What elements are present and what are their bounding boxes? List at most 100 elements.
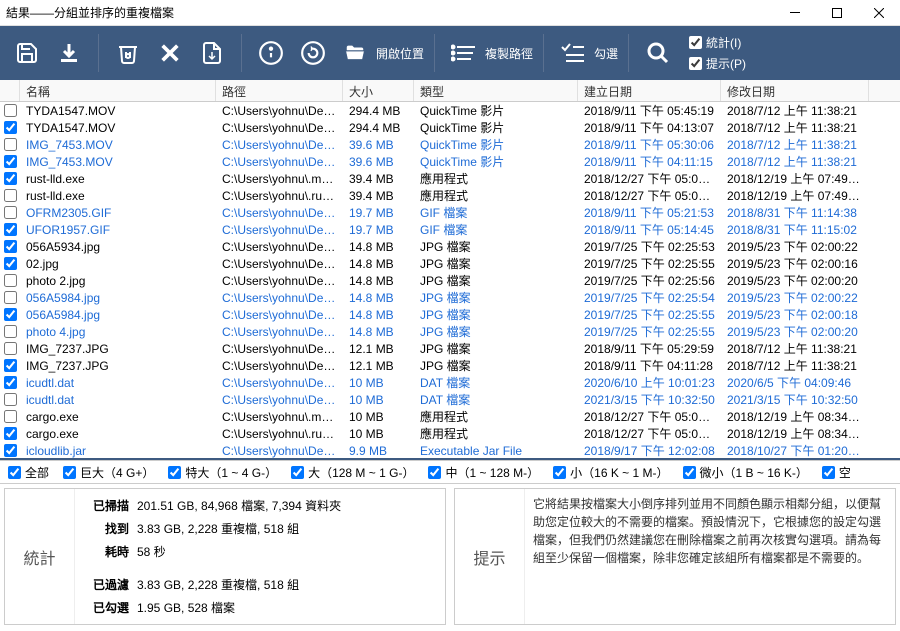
copy-path-button[interactable] xyxy=(445,36,483,70)
col-size[interactable]: 大小 xyxy=(343,80,414,101)
checked-label: 已勾選 xyxy=(87,599,129,616)
select-button[interactable] xyxy=(554,36,592,70)
cell-name: IMG_7237.JPG xyxy=(20,342,216,356)
table-row[interactable]: rust-lld.exeC:\Users\yohnu\.multir...39.… xyxy=(0,170,900,187)
table-row[interactable]: 02.jpgC:\Users\yohnu\Deskto...14.8 MBJPG… xyxy=(0,255,900,272)
elapsed-label: 耗時 xyxy=(87,543,129,560)
cell-modified: 2021/3/15 下午 10:32:50 xyxy=(721,391,869,408)
minimize-button[interactable] xyxy=(774,0,816,26)
col-type[interactable]: 類型 xyxy=(414,80,578,101)
filter-s[interactable]: 小（16 K ~ 1 M-） xyxy=(553,464,668,481)
table-row[interactable]: IMG_7453.MOVC:\Users\yohnu\Deskto...39.6… xyxy=(0,153,900,170)
table-row[interactable]: OFRM2305.GIFC:\Users\yohnu\Deskto...19.7… xyxy=(0,204,900,221)
table-row[interactable]: photo 2.jpgC:\Users\yohnu\Deskto...14.8 … xyxy=(0,272,900,289)
row-checkbox[interactable] xyxy=(0,121,20,134)
filter-xs[interactable]: 微小（1 B ~ 16 K-） xyxy=(683,464,808,481)
cell-size: 39.4 MB xyxy=(343,172,414,186)
row-checkbox[interactable] xyxy=(0,240,20,253)
cell-name: 02.jpg xyxy=(20,257,216,271)
col-name[interactable]: 名稱 xyxy=(20,80,216,101)
filter-xl[interactable]: 特大（1 ~ 4 G-） xyxy=(168,464,277,481)
filter-all[interactable]: 全部 xyxy=(8,464,49,481)
table-row[interactable]: photo 4.jpgC:\Users\yohnu\Deskto...14.8 … xyxy=(0,323,900,340)
cell-path: C:\Users\yohnu\Deskto... xyxy=(216,444,343,458)
search-button[interactable] xyxy=(639,36,677,70)
found-label: 找到 xyxy=(87,520,129,537)
window-controls xyxy=(774,0,900,26)
table-row[interactable]: IMG_7237.JPGC:\Users\yohnu\Deskto...12.1… xyxy=(0,357,900,374)
cell-size: 14.8 MB xyxy=(343,291,414,305)
cell-modified: 2018/7/12 上午 11:38:21 xyxy=(721,119,869,136)
row-checkbox[interactable] xyxy=(0,427,20,440)
row-checkbox[interactable] xyxy=(0,138,20,151)
search-icon xyxy=(645,40,671,66)
filter-m[interactable]: 中（1 ~ 128 M-） xyxy=(428,464,539,481)
row-checkbox[interactable] xyxy=(0,291,20,304)
close-button[interactable] xyxy=(858,0,900,26)
cell-modified: 2019/5/23 下午 02:00:22 xyxy=(721,238,869,255)
export-button[interactable] xyxy=(50,36,88,70)
toggle-stats[interactable]: 統計(I) xyxy=(689,34,746,51)
row-checkbox[interactable] xyxy=(0,308,20,321)
cell-path: C:\Users\yohnu\Deskto... xyxy=(216,155,343,169)
cell-type: 應用程式 xyxy=(414,408,578,425)
info-button[interactable] xyxy=(252,36,290,70)
table-header: 名稱 路徑 大小 類型 建立日期 修改日期 xyxy=(0,80,900,102)
table-row[interactable]: IMG_7237.JPGC:\Users\yohnu\Deskto...12.1… xyxy=(0,340,900,357)
table-row[interactable]: 056A5984.jpgC:\Users\yohnu\Deskto...14.8… xyxy=(0,306,900,323)
hint-title: 提示 xyxy=(455,489,525,624)
table-row[interactable]: 056A5934.jpgC:\Users\yohnu\Deskto...14.8… xyxy=(0,238,900,255)
row-checkbox[interactable] xyxy=(0,189,20,202)
cell-size: 19.7 MB xyxy=(343,223,414,237)
cell-created: 2018/12/27 下午 05:05:22 xyxy=(578,425,721,442)
filter-l[interactable]: 大（128 M ~ 1 G-） xyxy=(291,464,414,481)
row-checkbox[interactable] xyxy=(0,274,20,287)
row-checkbox[interactable] xyxy=(0,376,20,389)
col-path[interactable]: 路徑 xyxy=(216,80,343,101)
filter-empty[interactable]: 空 xyxy=(822,464,851,481)
table-row[interactable]: cargo.exeC:\Users\yohnu\.multir...10 MB應… xyxy=(0,408,900,425)
cell-path: C:\Users\yohnu\Deskto... xyxy=(216,342,343,356)
cell-name: OFRM2305.GIF xyxy=(20,206,216,220)
row-checkbox[interactable] xyxy=(0,393,20,406)
table-row[interactable]: TYDA1547.MOVC:\Users\yohnu\Deskto...294.… xyxy=(0,102,900,119)
table-row[interactable]: icloudlib.jarC:\Users\yohnu\Deskto...9.9… xyxy=(0,442,900,459)
refresh-button[interactable] xyxy=(294,36,332,70)
table-row[interactable]: TYDA1547.MOVC:\Users\yohnu\Deskto...294.… xyxy=(0,119,900,136)
found-value: 3.83 GB, 2,228 重複檔, 518 組 xyxy=(137,520,433,537)
table-row[interactable]: rust-lld.exeC:\Users\yohnu\.rustu...39.4… xyxy=(0,187,900,204)
row-checkbox[interactable] xyxy=(0,444,20,457)
table-row[interactable]: IMG_7453.MOVC:\Users\yohnu\Deskto...39.6… xyxy=(0,136,900,153)
window-title: 結果——分組並排序的重複檔案 xyxy=(6,4,174,21)
row-checkbox[interactable] xyxy=(0,155,20,168)
row-checkbox[interactable] xyxy=(0,359,20,372)
table-row[interactable]: cargo.exeC:\Users\yohnu\.rustu...10 MB應用… xyxy=(0,425,900,442)
table-row[interactable]: icudtl.datC:\Users\yohnu\Deskto...10 MBD… xyxy=(0,391,900,408)
row-checkbox[interactable] xyxy=(0,410,20,423)
table-row[interactable]: UFOR1957.GIFC:\Users\yohnu\Deskto...19.7… xyxy=(0,221,900,238)
save-button[interactable] xyxy=(8,36,46,70)
row-checkbox[interactable] xyxy=(0,325,20,338)
col-modified[interactable]: 修改日期 xyxy=(721,80,869,101)
row-checkbox[interactable] xyxy=(0,104,20,117)
recycle-button[interactable] xyxy=(109,36,147,70)
maximize-button[interactable] xyxy=(816,0,858,26)
cell-size: 14.8 MB xyxy=(343,325,414,339)
delete-button[interactable] xyxy=(151,36,189,70)
toggle-hint[interactable]: 提示(P) xyxy=(689,55,746,72)
row-checkbox[interactable] xyxy=(0,172,20,185)
copy-path-label: 複製路徑 xyxy=(485,45,533,62)
filter-huge[interactable]: 巨大（4 G+） xyxy=(63,464,154,481)
move-button[interactable] xyxy=(193,36,231,70)
table-body[interactable]: TYDA1547.MOVC:\Users\yohnu\Deskto...294.… xyxy=(0,102,900,460)
table-row[interactable]: icudtl.datC:\Users\yohnu\Deskto...10 MBD… xyxy=(0,374,900,391)
col-created[interactable]: 建立日期 xyxy=(578,80,721,101)
row-checkbox[interactable] xyxy=(0,342,20,355)
cell-path: C:\Users\yohnu\Deskto... xyxy=(216,138,343,152)
row-checkbox[interactable] xyxy=(0,223,20,236)
open-location-button[interactable] xyxy=(336,36,374,70)
row-checkbox[interactable] xyxy=(0,257,20,270)
row-checkbox[interactable] xyxy=(0,206,20,219)
col-checkbox[interactable] xyxy=(0,80,20,101)
table-row[interactable]: 056A5984.jpgC:\Users\yohnu\Deskto...14.8… xyxy=(0,289,900,306)
